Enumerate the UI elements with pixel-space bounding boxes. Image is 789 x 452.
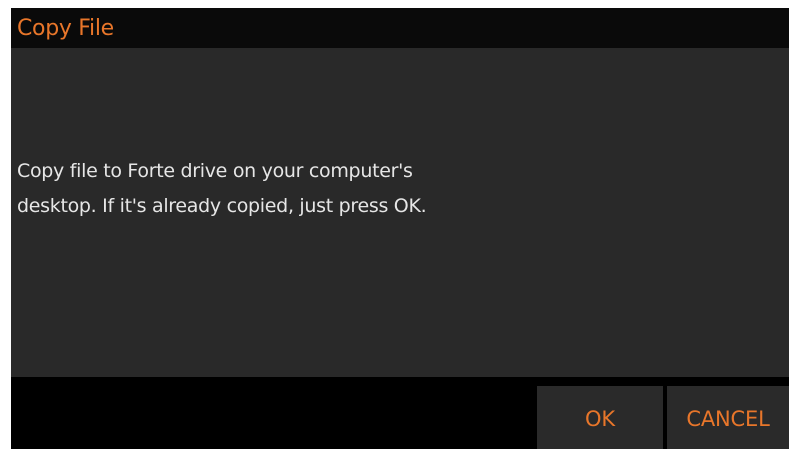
cancel-button[interactable]: CANCEL [667,386,789,449]
dialog-message: Copy file to Forte drive on your compute… [17,160,427,217]
ok-button[interactable]: OK [537,386,663,449]
dialog-footer: OK CANCEL [11,377,789,449]
dialog-title: Copy File [17,16,114,41]
dialog-titlebar: Copy File [11,8,789,48]
dialog-content: Copy file to Forte drive on your compute… [11,48,789,377]
copy-file-dialog: Copy File Copy file to Forte drive on yo… [11,8,789,449]
